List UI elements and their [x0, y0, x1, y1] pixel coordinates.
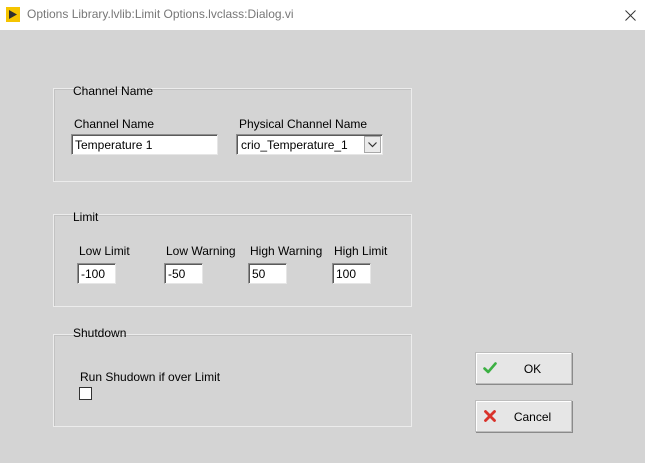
title-bar: Options Library.lvlib:Limit Options.lvcl… [0, 0, 645, 30]
run-shutdown-checkbox[interactable] [79, 387, 92, 400]
run-shutdown-label: Run Shudown if over Limit [80, 370, 221, 384]
limit-group [53, 214, 412, 307]
high-limit-label: High Limit [334, 244, 388, 258]
low-limit-input[interactable]: -100 [77, 263, 116, 284]
channel-name-input[interactable]: Temperature 1 [71, 134, 218, 155]
high-warning-input[interactable]: 50 [248, 263, 287, 284]
channel-name-label: Channel Name [74, 117, 155, 131]
cancel-button[interactable]: Cancel [475, 400, 572, 432]
low-warning-label: Low Warning [166, 244, 236, 258]
physical-channel-select[interactable]: crio_Temperature_1 [236, 134, 383, 155]
channel-group-label: Channel Name [73, 84, 154, 98]
shutdown-group-label: Shutdown [73, 326, 127, 340]
chevron-down-icon [368, 141, 377, 147]
low-limit-label: Low Limit [79, 244, 130, 258]
physical-channel-label: Physical Channel Name [239, 117, 368, 131]
high-warning-label: High Warning [250, 244, 323, 258]
ok-label: OK [523, 362, 542, 376]
ok-button[interactable]: OK [475, 352, 572, 384]
close-button[interactable] [615, 0, 645, 30]
low-warning-input[interactable]: -50 [164, 263, 203, 284]
cancel-label: Cancel [513, 410, 552, 424]
window-title: Options Library.lvlib:Limit Options.lvcl… [27, 7, 294, 21]
labview-icon [6, 7, 20, 22]
close-icon [624, 9, 636, 21]
high-limit-input[interactable]: 100 [332, 263, 371, 284]
dropdown-button[interactable] [364, 136, 381, 153]
physical-channel-value: crio_Temperature_1 [241, 138, 348, 152]
limit-group-label: Limit [73, 210, 99, 224]
